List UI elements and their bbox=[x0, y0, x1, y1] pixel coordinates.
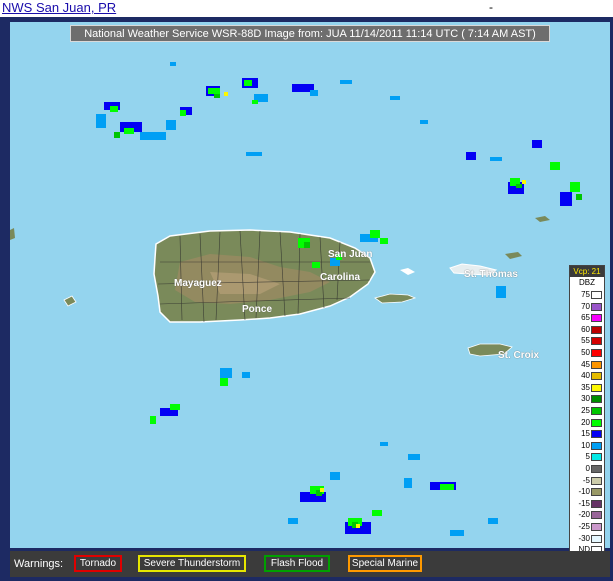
legend-row: 10 bbox=[570, 441, 604, 451]
legend-row: 0 bbox=[570, 464, 604, 474]
legend-value: 55 bbox=[581, 336, 590, 346]
legend-swatch bbox=[591, 418, 602, 427]
legend-row: 20 bbox=[570, 418, 604, 428]
legend-swatch bbox=[591, 511, 602, 520]
legend-value: -25 bbox=[578, 522, 590, 531]
dbz-legend: Vcp: 21 DBZ 75 70 65 60 55 50 45 40 35 30 25 20 15 10… bbox=[569, 265, 605, 569]
legend-value: -15 bbox=[578, 498, 590, 508]
legend-swatch bbox=[591, 534, 602, 543]
legend-row: -5 bbox=[570, 476, 604, 486]
legend-row: -15 bbox=[570, 499, 604, 509]
header-dash: - bbox=[489, 0, 493, 14]
legend-row: 50 bbox=[570, 348, 604, 358]
city-label-mayaguez: Mayaguez bbox=[174, 278, 222, 289]
legend-swatch bbox=[591, 441, 602, 450]
legend-value: 60 bbox=[581, 324, 590, 334]
legend-value: 5 bbox=[585, 452, 590, 462]
radar-title-banner: National Weather Service WSR-88D Image f… bbox=[70, 25, 550, 42]
legend-swatch bbox=[591, 453, 602, 462]
legend-swatch bbox=[591, 407, 602, 415]
legend-row: 65 bbox=[570, 313, 604, 323]
legend-value: 40 bbox=[581, 371, 590, 381]
vieques-island bbox=[374, 293, 417, 304]
legend-row: 55 bbox=[570, 336, 604, 346]
legend-value: 75 bbox=[581, 290, 590, 299]
legend-swatch bbox=[591, 430, 602, 439]
legend-swatch bbox=[591, 476, 602, 485]
legend-value: -5 bbox=[582, 475, 590, 485]
legend-value: -10 bbox=[578, 487, 590, 497]
warning-special-marine[interactable]: Special Marine bbox=[348, 555, 422, 572]
radar-map-svg bbox=[10, 62, 582, 536]
legend-unit: DBZ bbox=[579, 278, 595, 287]
warnings-bar: Warnings: Tornado Severe Thunderstorm Fl… bbox=[10, 551, 610, 577]
legend-value: -30 bbox=[578, 533, 590, 543]
legend-swatch bbox=[591, 383, 602, 392]
warning-flash-flood[interactable]: Flash Flood bbox=[264, 555, 330, 572]
legend-swatch bbox=[591, 360, 602, 369]
legend-swatch bbox=[591, 395, 602, 404]
legend-row: -30 bbox=[570, 534, 604, 544]
legend-value: 50 bbox=[581, 348, 590, 357]
legend-value: -20 bbox=[578, 510, 590, 520]
legend-vcp: Vcp: 21 bbox=[570, 266, 604, 277]
legend-value: 65 bbox=[581, 313, 590, 323]
legend-value: 30 bbox=[581, 394, 590, 404]
legend-swatch bbox=[591, 302, 602, 311]
legend-row: 5 bbox=[570, 452, 604, 462]
legend-row: 60 bbox=[570, 325, 604, 335]
legend-row: 15 bbox=[570, 429, 604, 439]
legend-row: 40 bbox=[570, 371, 604, 381]
legend-value: 20 bbox=[581, 417, 590, 427]
legend-row: 75 bbox=[570, 290, 604, 300]
legend-row: 70 bbox=[570, 302, 604, 312]
legend-value: 35 bbox=[581, 382, 590, 392]
warning-severe-thunderstorm[interactable]: Severe Thunderstorm bbox=[138, 555, 246, 572]
legend-swatch bbox=[591, 488, 602, 497]
city-label-carolina: Carolina bbox=[320, 272, 361, 283]
legend-swatch bbox=[591, 372, 602, 381]
legend-value: 0 bbox=[585, 464, 590, 473]
radar-map: San Juan Carolina Mayaguez Ponce St. Tho… bbox=[10, 22, 610, 548]
legend-value: 15 bbox=[581, 429, 590, 439]
legend-row: -20 bbox=[570, 510, 604, 520]
city-label-st-croix: St. Croix bbox=[498, 350, 540, 361]
legend-row: 45 bbox=[570, 360, 604, 370]
legend-value: 45 bbox=[581, 359, 590, 369]
legend-row: 35 bbox=[570, 383, 604, 393]
legend-value: 70 bbox=[581, 301, 590, 311]
legend-row: 30 bbox=[570, 394, 604, 404]
legend-swatch bbox=[591, 337, 602, 346]
legend-swatch bbox=[591, 291, 602, 299]
warning-tornado[interactable]: Tornado bbox=[74, 555, 122, 572]
legend-swatch bbox=[591, 349, 602, 357]
city-label-ponce: Ponce bbox=[242, 304, 273, 315]
legend-swatch bbox=[591, 465, 602, 473]
site-title-link[interactable]: NWS San Juan, PR bbox=[2, 0, 116, 16]
legend-row: 25 bbox=[570, 406, 604, 416]
legend-swatch bbox=[591, 523, 602, 531]
legend-value: 10 bbox=[581, 440, 590, 450]
legend-swatch bbox=[591, 325, 602, 334]
legend-value: 25 bbox=[581, 406, 590, 415]
city-label-san-juan: San Juan bbox=[328, 249, 373, 260]
city-label-st-thomas: St. Thomas bbox=[464, 269, 518, 280]
legend-swatch bbox=[591, 499, 602, 508]
legend-swatch bbox=[591, 314, 602, 323]
legend-row: -25 bbox=[570, 522, 604, 532]
legend-row: -10 bbox=[570, 487, 604, 497]
warnings-label: Warnings: bbox=[14, 558, 64, 570]
